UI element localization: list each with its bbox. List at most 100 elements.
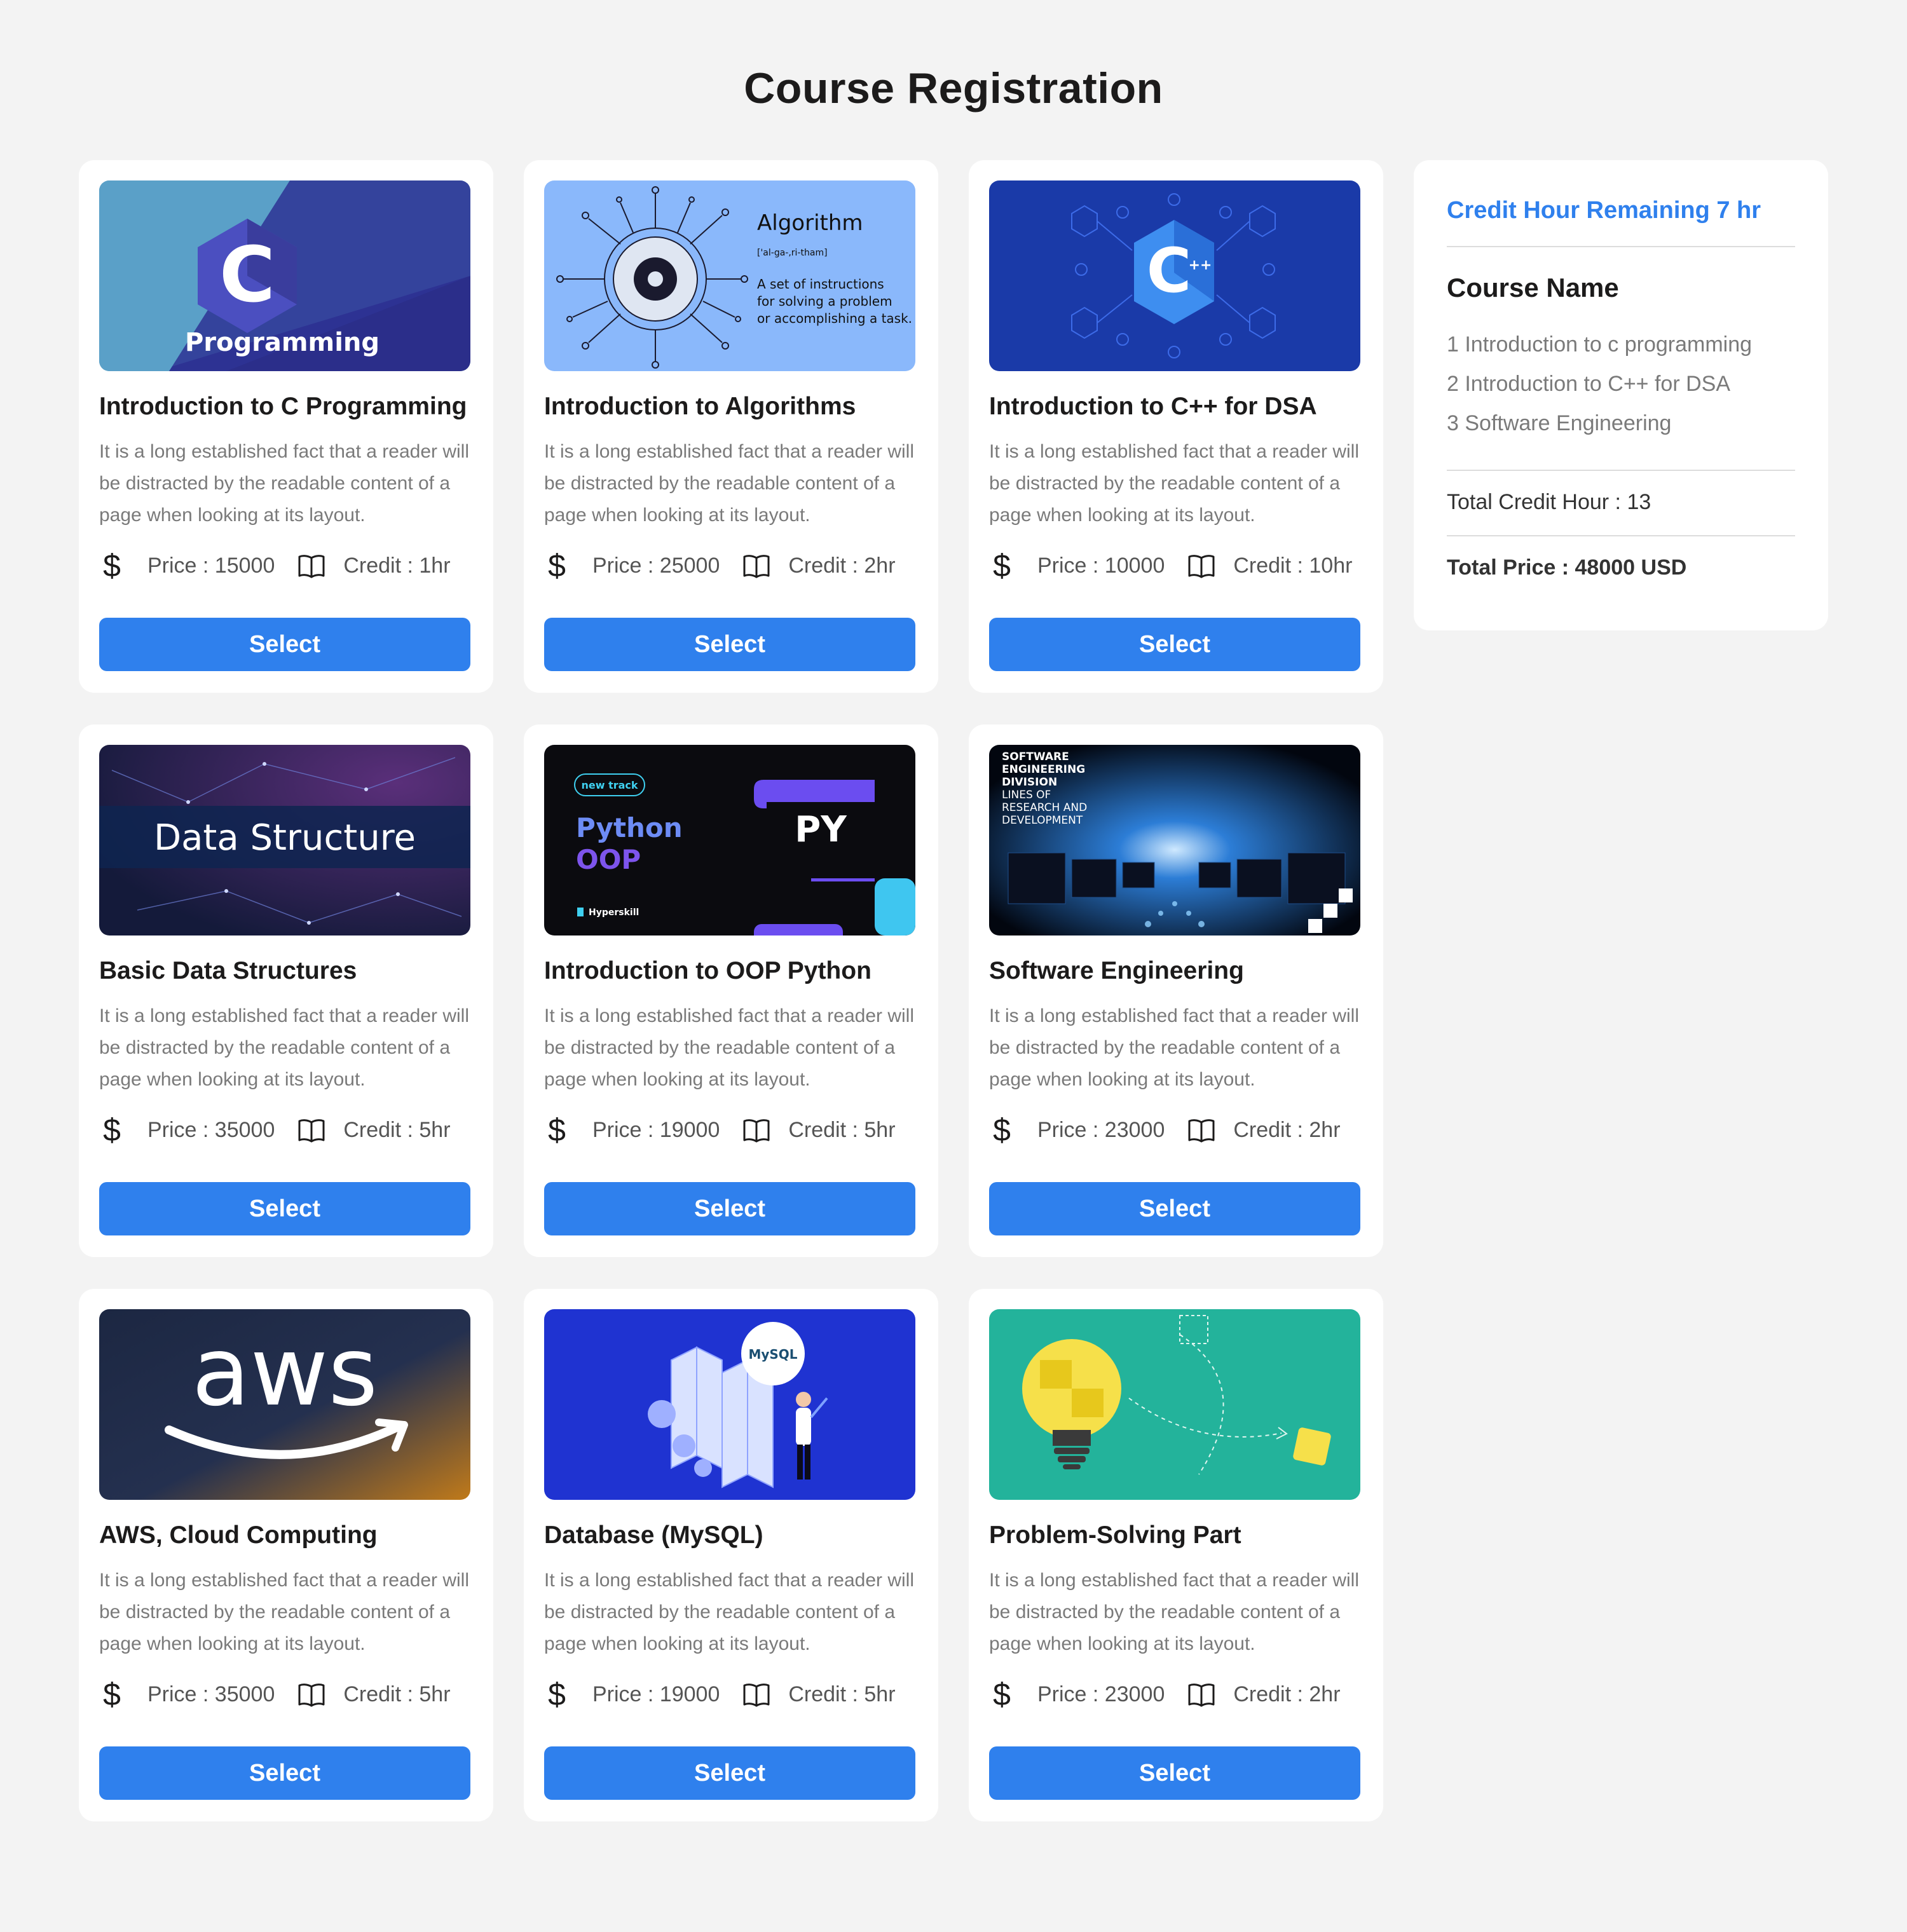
svg-text:DEVELOPMENT: DEVELOPMENT [1002,814,1083,827]
select-button[interactable]: Select [544,1182,915,1235]
course-meta: $ Price : 19000 Credit : 5hr [544,1113,926,1146]
course-thumbnail: SOFTWARE ENGINEERING DIVISION LINES OF R… [989,745,1360,935]
course-meta: $ Price : 25000 Credit : 2hr [544,549,926,582]
course-meta: $ Price : 35000 Credit : 5hr [99,1678,481,1711]
svg-text:C: C [1147,235,1191,306]
course-thumbnail: new track Python OOP Hyperskill PY [544,745,915,935]
svg-text:DIVISION: DIVISION [1002,776,1057,789]
course-description: It is a long established fact that a rea… [989,441,1359,526]
select-button[interactable]: Select [544,1746,915,1800]
course-title: Introduction to C++ for DSA [989,393,1317,420]
svg-text:for solving a problem: for solving a problem [757,294,892,309]
select-button[interactable]: Select [99,618,470,671]
selected-course-list: 1 Introduction to c programming 2 Introd… [1447,325,1795,443]
book-icon [1187,1113,1215,1146]
data-structure-image: Data Structure [99,745,470,935]
course-price: Price : 23000 [1037,1117,1165,1142]
dollar-icon: $ [548,1677,566,1712]
book-icon [742,1113,770,1146]
course-title: Introduction to C Programming [99,393,467,420]
software-engineering-image: SOFTWARE ENGINEERING DIVISION LINES OF R… [989,745,1360,935]
svg-text:PY: PY [795,809,847,850]
dollar-icon: $ [993,548,1011,583]
svg-text:Data Structure: Data Structure [154,817,416,859]
book-icon [742,1678,770,1711]
svg-text:Programming: Programming [185,328,379,357]
course-title: Software Engineering [989,957,1244,984]
book-icon [1187,549,1215,582]
dollar-icon: $ [103,548,121,583]
course-price: Price : 19000 [592,1117,720,1142]
course-credit: Credit : 5hr [788,1682,896,1706]
dollar-icon: $ [548,548,566,583]
course-description: It is a long established fact that a rea… [99,1005,469,1090]
course-meta: $ Price : 15000 Credit : 1hr [99,549,481,582]
course-thumbnail: aws [99,1309,470,1500]
course-price: Price : 15000 [147,553,275,578]
svg-text:++: ++ [1189,257,1212,273]
course-price: Price : 25000 [592,553,720,578]
svg-text:Python: Python [576,812,683,843]
dollar-icon: $ [993,1677,1011,1712]
credit-remaining: Credit Hour Remaining 7 hr [1447,197,1761,224]
course-price: Price : 19000 [592,1682,720,1706]
course-price: Price : 23000 [1037,1682,1165,1706]
select-button[interactable]: Select [989,1182,1360,1235]
course-card: Algorithm ['al-ga-,ri-tham] A set of ins… [524,160,938,693]
svg-text:MySQL: MySQL [748,1347,797,1362]
course-description: It is a long established fact that a rea… [544,441,914,526]
mysql-image: MySQL [544,1309,915,1500]
course-credit: Credit : 5hr [343,1117,451,1142]
course-card: Problem-Solving Part It is a long establ… [969,1289,1383,1821]
svg-text:RESEARCH AND: RESEARCH AND [1002,801,1087,814]
course-credit: Credit : 10hr [1233,553,1353,578]
book-icon [297,1678,325,1711]
registration-summary: Credit Hour Remaining 7 hr Course Name 1… [1414,160,1828,630]
course-title: Problem-Solving Part [989,1521,1241,1549]
svg-text:LINES OF: LINES OF [1002,789,1051,801]
course-description: It is a long established fact that a rea… [544,1570,914,1654]
course-thumbnail: Algorithm ['al-ga-,ri-tham] A set of ins… [544,180,915,371]
course-title: Introduction to OOP Python [544,957,871,984]
selected-course-item: 3 Software Engineering [1447,411,1672,435]
course-credit: Credit : 2hr [1233,1682,1341,1706]
svg-text:OOP: OOP [576,844,641,875]
course-credit: Credit : 2hr [1233,1117,1341,1142]
course-credit: Credit : 2hr [788,553,896,578]
course-card: SOFTWARE ENGINEERING DIVISION LINES OF R… [969,724,1383,1257]
course-description: It is a long established fact that a rea… [99,1570,469,1654]
course-card: C ++ Introduction to C++ for DSA It is a… [969,160,1383,693]
c-programming-image: C Programming [99,180,470,371]
svg-text:ENGINEERING: ENGINEERING [1002,763,1085,776]
cpp-image: C ++ [989,180,1360,371]
page: Course Registration C Programming Introd… [0,0,1907,1932]
course-meta: $ Price : 19000 Credit : 5hr [544,1678,926,1711]
course-description: It is a long established fact that a rea… [544,1005,914,1090]
selected-course-item: 2 Introduction to C++ for DSA [1447,372,1731,396]
dollar-icon: $ [103,1677,121,1712]
select-button[interactable]: Select [99,1182,470,1235]
course-card: new track Python OOP Hyperskill PY Intro… [524,724,938,1257]
svg-text:new track: new track [581,779,638,791]
book-icon [1187,1678,1215,1711]
course-thumbnail: C Programming [99,180,470,371]
course-title: Introduction to Algorithms [544,393,856,420]
divider [1447,246,1795,247]
page-title: Course Registration [744,64,1163,112]
svg-text:Hyperskill: Hyperskill [589,908,639,918]
course-price: Price : 35000 [147,1682,275,1706]
course-card: MySQL Database (MySQL) It is a long esta… [524,1289,938,1821]
select-button[interactable]: Select [989,618,1360,671]
select-button[interactable]: Select [989,1746,1360,1800]
select-button[interactable]: Select [544,618,915,671]
course-thumbnail: MySQL [544,1309,915,1500]
course-price: Price : 35000 [147,1117,275,1142]
course-meta: $ Price : 10000 Credit : 10hr [989,549,1370,582]
select-button[interactable]: Select [99,1746,470,1800]
book-icon [297,1113,325,1146]
aws-image: aws [99,1309,470,1500]
svg-text:SOFTWARE: SOFTWARE [1002,751,1069,763]
course-credit: Credit : 1hr [343,553,451,578]
svg-text:or accomplishing a task.: or accomplishing a task. [757,311,912,326]
svg-text:['al-ga-,ri-tham]: ['al-ga-,ri-tham] [757,248,828,258]
